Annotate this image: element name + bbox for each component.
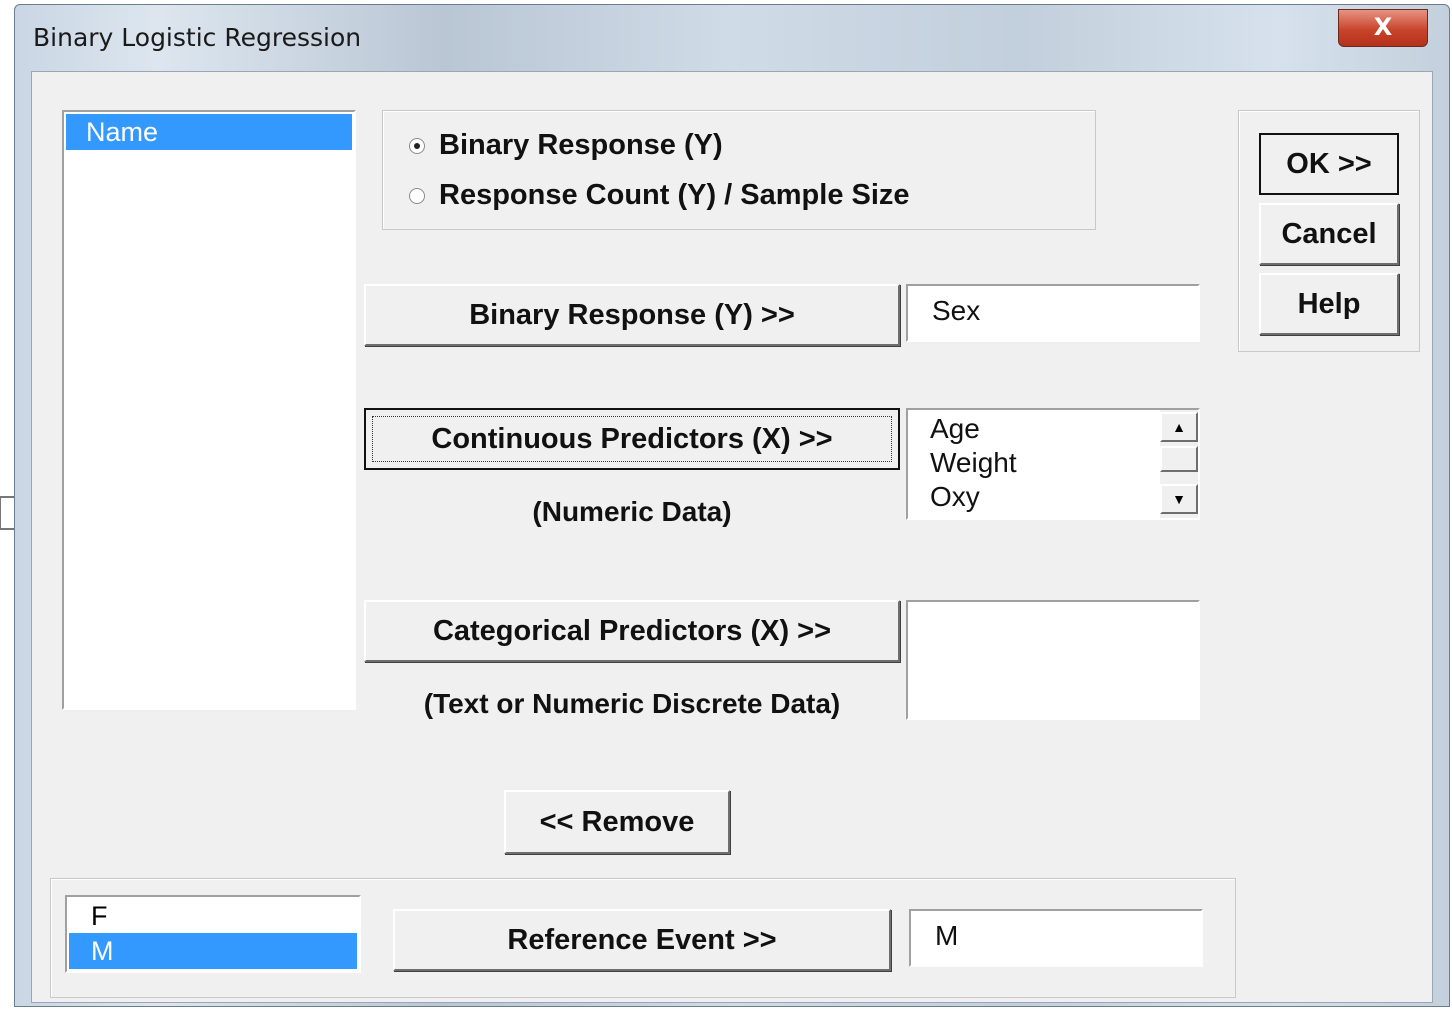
radio-response-count-label: Response Count (Y) / Sample Size [439, 179, 910, 211]
binary-response-button-label: Binary Response (Y) >> [469, 298, 795, 331]
ok-button-label: OK >> [1286, 147, 1372, 180]
remove-button-label: << Remove [539, 805, 695, 838]
cancel-button[interactable]: Cancel [1259, 203, 1399, 265]
continuous-predictors-caption: (Numeric Data) [532, 496, 732, 527]
help-button[interactable]: Help [1259, 273, 1399, 335]
reference-event-field[interactable]: M [909, 909, 1203, 967]
radio-binary-response[interactable]: Binary Response (Y) [409, 129, 723, 162]
close-button[interactable]: X [1338, 9, 1428, 47]
help-button-label: Help [1297, 287, 1361, 320]
categorical-predictors-listbox[interactable] [906, 600, 1200, 720]
reference-event-value: M [935, 920, 959, 951]
variables-listbox[interactable]: Name [62, 110, 356, 710]
variable-item-name[interactable]: Name [66, 114, 352, 150]
action-buttons-group: OK >> Cancel Help [1238, 110, 1420, 352]
dialog-body: Name Binary Response (Y) Response Count … [31, 71, 1433, 1003]
close-icon: X [1373, 13, 1393, 41]
continuous-predictor-item[interactable]: Weight [930, 446, 1017, 480]
categorical-predictors-button-label: Categorical Predictors (X) >> [432, 614, 832, 647]
binary-response-value: Sex [932, 295, 981, 326]
continuous-predictors-listbox[interactable]: Age Weight Oxy ▲ ▼ [906, 408, 1200, 520]
binary-response-button[interactable]: Binary Response (Y) >> [364, 284, 900, 346]
reference-event-button-label: Reference Event >> [507, 923, 777, 956]
scroll-down-arrow-icon[interactable]: ▼ [1160, 484, 1198, 514]
reference-level-item[interactable]: F [69, 899, 357, 933]
continuous-predictor-item[interactable]: Oxy [930, 480, 980, 514]
dialog-window: Binary Logistic Regression X Name Binary… [14, 4, 1450, 1007]
vertical-scrollbar[interactable]: ▲ ▼ [1160, 410, 1198, 518]
radio-button-checked-icon[interactable] [409, 137, 425, 154]
radio-binary-response-label: Binary Response (Y) [439, 129, 723, 161]
reference-event-group: F M Reference Event >> M [50, 878, 1236, 998]
categorical-predictors-button[interactable]: Categorical Predictors (X) >> [364, 600, 900, 662]
continuous-predictors-button[interactable]: Continuous Predictors (X) >> [364, 408, 900, 470]
focus-rectangle [372, 416, 892, 462]
window-title: Binary Logistic Regression [33, 23, 362, 52]
reference-level-item-selected[interactable]: M [69, 933, 357, 969]
ok-button[interactable]: OK >> [1259, 133, 1399, 195]
radio-button-unchecked-icon[interactable] [409, 187, 425, 204]
binary-response-field[interactable]: Sex [906, 284, 1200, 342]
categorical-predictors-caption: (Text or Numeric Discrete Data) [423, 688, 841, 719]
reference-event-button[interactable]: Reference Event >> [393, 909, 891, 971]
scrollbar-thumb[interactable] [1160, 446, 1198, 472]
radio-response-count[interactable]: Response Count (Y) / Sample Size [409, 179, 910, 212]
scroll-up-arrow-icon[interactable]: ▲ [1160, 412, 1198, 442]
continuous-predictor-item[interactable]: Age [930, 412, 980, 446]
remove-button[interactable]: << Remove [504, 790, 730, 854]
response-type-group: Binary Response (Y) Response Count (Y) /… [382, 110, 1096, 230]
cancel-button-label: Cancel [1281, 217, 1377, 250]
reference-levels-listbox[interactable]: F M [65, 895, 361, 973]
